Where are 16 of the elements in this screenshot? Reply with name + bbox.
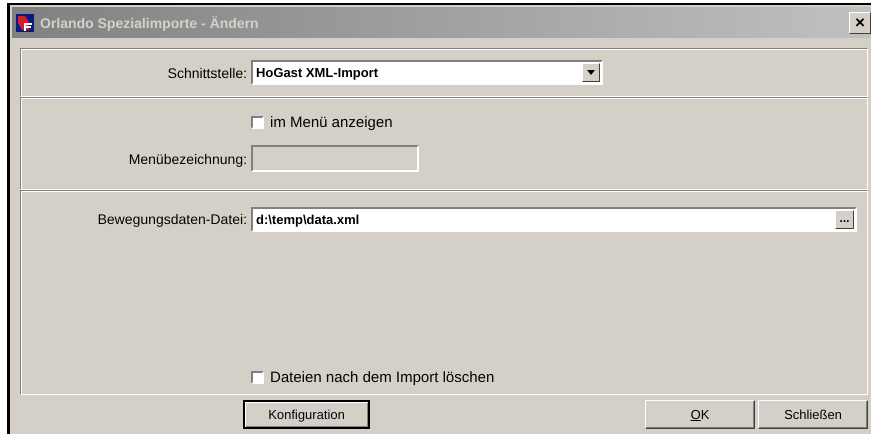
field-label: Schnittstelle:: [166, 64, 248, 81]
field-label: Bewegungsdaten-Datei:: [96, 211, 248, 227]
interface-dropdown[interactable]: HoGast XML-Import: [251, 60, 603, 86]
dialog-button[interactable]: OK: [645, 400, 755, 430]
checkbox[interactable]: [251, 116, 264, 130]
checkbox-label[interactable]: Dateien nach dem Import löschen: [270, 369, 494, 386]
file-path-field[interactable]: d:\temp\data.xml ...: [251, 206, 857, 232]
checkbox[interactable]: [251, 371, 264, 384]
app-logo-icon: [16, 14, 34, 32]
checkbox-label[interactable]: im Menü anzeigen: [270, 114, 393, 132]
browse-button[interactable]: ...: [835, 210, 854, 228]
close-button[interactable]: ×: [849, 12, 871, 34]
dialog-button[interactable]: Konfiguration: [243, 400, 370, 430]
window-title: Orlando Spezialimporte - Ändern: [40, 14, 260, 31]
dialog-button[interactable]: Schließen: [758, 400, 868, 430]
field-label: Menübezeichnung:: [128, 150, 248, 167]
